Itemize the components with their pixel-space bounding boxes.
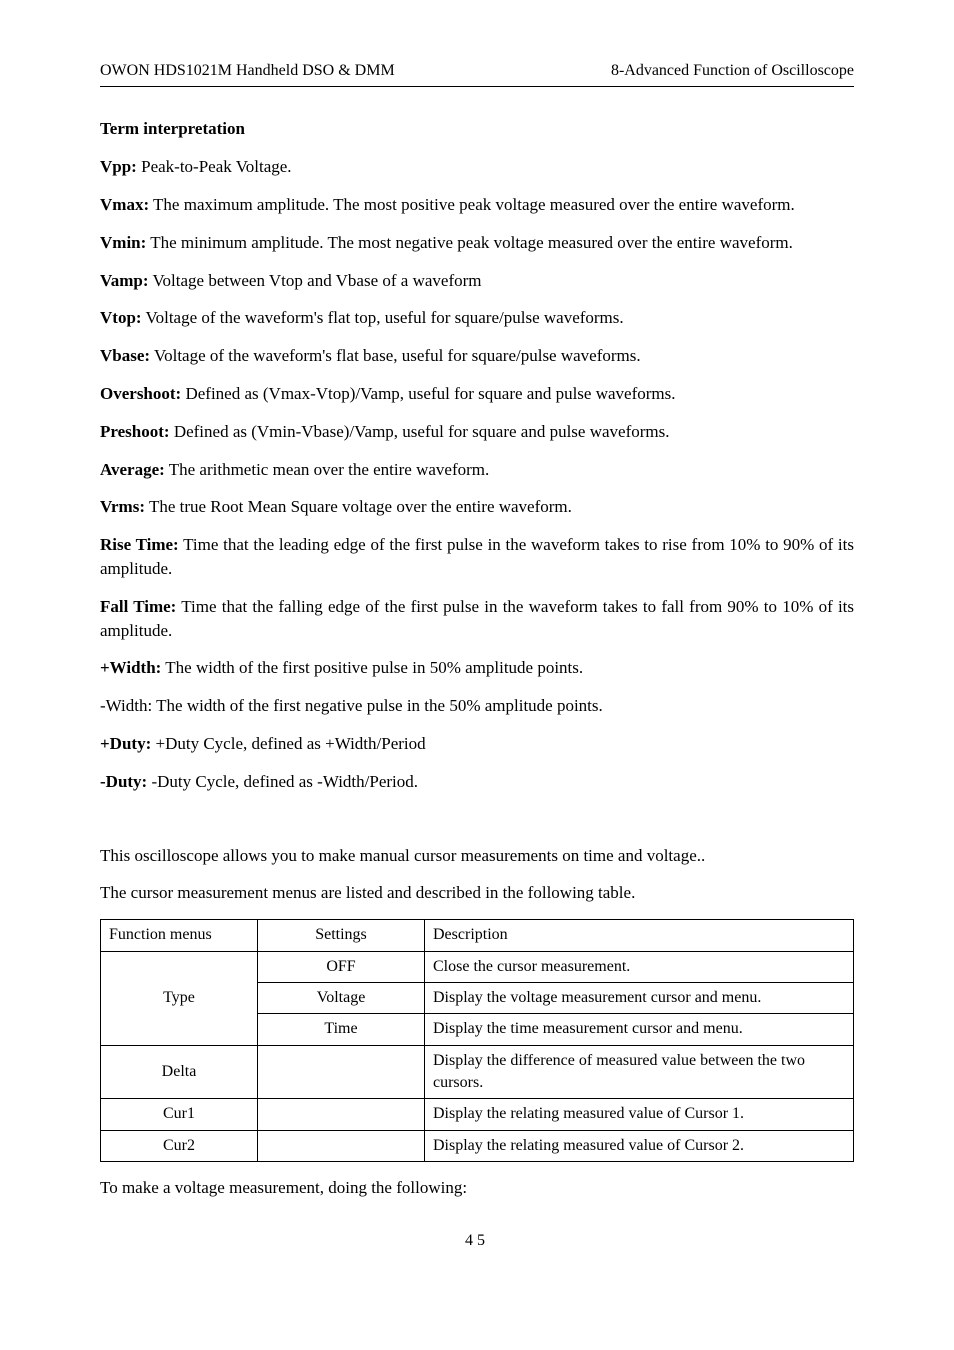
- closing-line: To make a voltage measurement, doing the…: [100, 1176, 854, 1200]
- header-left: OWON HDS1021M Handheld DSO & DMM: [100, 60, 395, 82]
- header-right: 8-Advanced Function of Oscilloscope: [611, 60, 854, 82]
- term-label: Average:: [100, 460, 165, 479]
- term-text: Voltage of the waveform's flat top, usef…: [142, 308, 624, 327]
- term-text: The arithmetic mean over the entire wave…: [165, 460, 489, 479]
- cell-setting: [258, 1130, 425, 1161]
- term-vtop: Vtop: Voltage of the waveform's flat top…: [100, 306, 854, 330]
- term-label: Vamp:: [100, 271, 149, 290]
- term-text: Voltage between Vtop and Vbase of a wave…: [149, 271, 482, 290]
- term-vmax: Vmax: The maximum amplitude. The most po…: [100, 193, 854, 217]
- section-title: Term interpretation: [100, 117, 854, 141]
- cell-desc: Display the voltage measurement cursor a…: [425, 982, 854, 1013]
- cell-desc: Display the relating measured value of C…: [425, 1099, 854, 1130]
- cell-setting: Time: [258, 1014, 425, 1045]
- term-label: Overshoot:: [100, 384, 181, 403]
- table-header-row: Function menus Settings Description: [101, 920, 854, 951]
- term-text: Time that the falling edge of the first …: [100, 597, 854, 640]
- term-label: Vtop:: [100, 308, 142, 327]
- term-plusduty: +Duty: +Duty Cycle, defined as +Width/Pe…: [100, 732, 854, 756]
- term-text: Voltage of the waveform's flat base, use…: [150, 346, 641, 365]
- term-label: Vbase:: [100, 346, 150, 365]
- term-text: The true Root Mean Square voltage over t…: [145, 497, 572, 516]
- term-label: Preshoot:: [100, 422, 170, 441]
- cell-setting: Voltage: [258, 982, 425, 1013]
- term-label: -Duty:: [100, 772, 147, 791]
- cell-desc: Display the relating measured value of C…: [425, 1130, 854, 1161]
- cell-desc: Close the cursor measurement.: [425, 951, 854, 982]
- term-label: +Width:: [100, 658, 161, 677]
- page-number: 45: [100, 1230, 854, 1252]
- cell-delta-label: Delta: [101, 1045, 258, 1099]
- term-overshoot: Overshoot: Defined as (Vmax-Vtop)/Vamp, …: [100, 382, 854, 406]
- term-label: Vrms:: [100, 497, 145, 516]
- term-label: Vmax:: [100, 195, 149, 214]
- term-average: Average: The arithmetic mean over the en…: [100, 458, 854, 482]
- cell-type-label: Type: [101, 951, 258, 1045]
- term-minusduty: -Duty: -Duty Cycle, defined as -Width/Pe…: [100, 770, 854, 794]
- page-header: OWON HDS1021M Handheld DSO & DMM 8-Advan…: [100, 60, 854, 87]
- col-header-function: Function menus: [101, 920, 258, 951]
- term-vmin: Vmin: The minimum amplitude. The most ne…: [100, 231, 854, 255]
- term-text: Defined as (Vmin-Vbase)/Vamp, useful for…: [170, 422, 670, 441]
- cell-setting: [258, 1045, 425, 1099]
- cell-cur1-label: Cur1: [101, 1099, 258, 1130]
- term-label: +Duty:: [100, 734, 151, 753]
- cell-desc: Display the time measurement cursor and …: [425, 1014, 854, 1045]
- cell-setting: OFF: [258, 951, 425, 982]
- cell-setting: [258, 1099, 425, 1130]
- term-minuswidth: -Width: The width of the first negative …: [100, 694, 854, 718]
- term-risetime: Rise Time: Time that the leading edge of…: [100, 533, 854, 581]
- term-text: The width of the first positive pulse in…: [161, 658, 583, 677]
- term-pluswidth: +Width: The width of the first positive …: [100, 656, 854, 680]
- cell-desc: Display the difference of measured value…: [425, 1045, 854, 1099]
- term-label: Rise Time:: [100, 535, 179, 554]
- term-text: Time that the leading edge of the first …: [100, 535, 854, 578]
- col-header-settings: Settings: [258, 920, 425, 951]
- term-falltime: Fall Time: Time that the falling edge of…: [100, 595, 854, 643]
- term-preshoot: Preshoot: Defined as (Vmin-Vbase)/Vamp, …: [100, 420, 854, 444]
- term-text: +Duty Cycle, defined as +Width/Period: [151, 734, 425, 753]
- term-vrms: Vrms: The true Root Mean Square voltage …: [100, 495, 854, 519]
- term-vamp: Vamp: Voltage between Vtop and Vbase of …: [100, 269, 854, 293]
- term-text: The minimum amplitude. The most negative…: [146, 233, 793, 252]
- term-text: Peak-to-Peak Voltage.: [137, 157, 292, 176]
- intro-1: This oscilloscope allows you to make man…: [100, 844, 854, 868]
- term-label: Vpp:: [100, 157, 137, 176]
- col-header-description: Description: [425, 920, 854, 951]
- table-row: Delta Display the difference of measured…: [101, 1045, 854, 1099]
- term-vbase: Vbase: Voltage of the waveform's flat ba…: [100, 344, 854, 368]
- term-label: Vmin:: [100, 233, 146, 252]
- cursor-menu-table: Function menus Settings Description Type…: [100, 919, 854, 1162]
- table-row: Cur1 Display the relating measured value…: [101, 1099, 854, 1130]
- term-text: -Width: The width of the first negative …: [100, 696, 603, 715]
- term-vpp: Vpp: Peak-to-Peak Voltage.: [100, 155, 854, 179]
- term-text: Defined as (Vmax-Vtop)/Vamp, useful for …: [181, 384, 675, 403]
- table-row: Cur2 Display the relating measured value…: [101, 1130, 854, 1161]
- term-label: Fall Time:: [100, 597, 176, 616]
- term-text: The maximum amplitude. The most positive…: [149, 195, 795, 214]
- table-row: Type OFF Close the cursor measurement.: [101, 951, 854, 982]
- cell-cur2-label: Cur2: [101, 1130, 258, 1161]
- term-text: -Duty Cycle, defined as -Width/Period.: [147, 772, 418, 791]
- intro-2: The cursor measurement menus are listed …: [100, 881, 854, 905]
